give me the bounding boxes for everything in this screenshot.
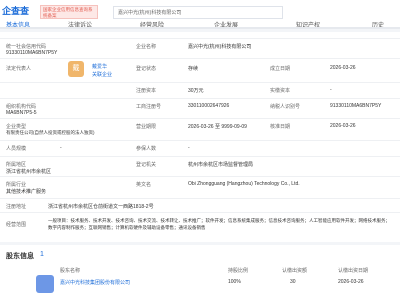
- en-value: Obi Zhongguang (Hangzhou) Technology Co.…: [188, 181, 300, 187]
- col-name: 股东名称: [60, 268, 81, 274]
- company-logo-icon: [36, 275, 54, 293]
- legal-name[interactable]: 戴爱华: [92, 63, 107, 70]
- col-date: 认缴出资日期: [338, 268, 369, 274]
- capital-label: 注册资本: [136, 88, 157, 94]
- shareholder-section: 股东信息 1 股东名称 持股比例 认缴出资额 认缴出资日期 嘉兴中光科技集团股份…: [0, 245, 400, 300]
- amount-value: 30: [290, 279, 296, 285]
- org-value: MA6BN7P5-5: [6, 110, 37, 116]
- scope-value: 一般项目：技术服务、技术开发、技术咨询、技术交流、技术转让、技术推广；软件开发；…: [48, 218, 390, 230]
- company-name: 嘉兴中光(杭州)科技有限公司: [188, 44, 252, 50]
- basic-info-card: 统一社会信用代码 91330110MA6BN7P5Y 企业名称 嘉兴中光(杭州)…: [0, 32, 400, 242]
- credit-label: 统一社会信用代码: [6, 44, 47, 50]
- credit-value: 91330110MA6BN7P5Y: [6, 50, 58, 56]
- tax-value: 91330110MA6BN7P5Y: [330, 103, 382, 109]
- reg-label: 工商注册号: [136, 104, 162, 110]
- est-value: 2026-03-26: [330, 65, 356, 71]
- record-badge: 国家企业信用信息查询系统备案: [40, 5, 98, 19]
- term-label: 营业期限: [136, 124, 157, 130]
- region-value: 浙江省杭州市余杭区: [6, 169, 52, 175]
- avatar: 戴: [68, 61, 84, 77]
- org-label: 组织机构代码: [6, 104, 37, 110]
- reg-value: 330110002647926: [188, 103, 230, 109]
- scope-label: 经营范围: [6, 222, 27, 228]
- col-amount: 认缴出资额: [282, 268, 308, 274]
- type-label: 企业类型: [6, 124, 27, 130]
- logo: 企查查: [2, 6, 30, 16]
- ratio-value: 100%: [228, 279, 241, 285]
- staff-label: 参保人数: [136, 146, 157, 152]
- auth-value: 杭州市余杭区市场监督管理局: [188, 162, 254, 168]
- addr-label: 注册地址: [6, 204, 27, 210]
- shareholder-name[interactable]: 嘉兴中光科技集团股份有限公司: [60, 279, 130, 286]
- auth-label: 登记机关: [136, 162, 157, 168]
- size-label: 人员规模: [6, 146, 27, 152]
- est-label: 成立日期: [270, 66, 291, 72]
- col-ratio: 持股比例: [228, 268, 249, 274]
- type-value: 有限责任公司(自然人投资或控股的法人独资): [6, 130, 95, 135]
- industry-label: 所属行业: [6, 182, 27, 188]
- appr-value: 2026-03-26: [330, 123, 356, 129]
- company-name-label: 企业名称: [136, 44, 157, 50]
- section-count: 1: [40, 251, 44, 258]
- staff-value: -: [188, 145, 190, 151]
- status-label: 登记状态: [136, 66, 157, 72]
- en-label: 英文名: [136, 182, 152, 188]
- status-value: 存续: [188, 66, 199, 72]
- legal-label: 法定代表人: [6, 66, 32, 72]
- section-title: 股东信息: [6, 253, 34, 260]
- date-value: 2026-03-26: [338, 279, 364, 285]
- capital-value: 30万元: [188, 88, 204, 94]
- legal-link[interactable]: 关联企业: [92, 71, 112, 78]
- search-input[interactable]: 嘉兴中光(杭州)科技有限公司: [113, 6, 283, 19]
- addr-value: 浙江省杭州市余杭区仓前街道文一西路1818-2号: [48, 204, 154, 210]
- size-value: -: [60, 145, 62, 151]
- tax-label: 纳税人识别号: [270, 104, 301, 110]
- industry-value: 其他技术推广服务: [6, 189, 47, 195]
- term-value: 2026-03-26 至 9999-09-09: [188, 124, 247, 130]
- region-label: 所属地区: [6, 162, 27, 168]
- appr-label: 核准日期: [270, 124, 291, 130]
- paidin-value: -: [330, 87, 332, 93]
- paidin-label: 实缴资本: [270, 88, 291, 94]
- nav-divider: [0, 27, 400, 28]
- top-bar: 企查查 国家企业信用信息查询系统备案 嘉兴中光(杭州)科技有限公司 基本信息 法…: [0, 0, 400, 29]
